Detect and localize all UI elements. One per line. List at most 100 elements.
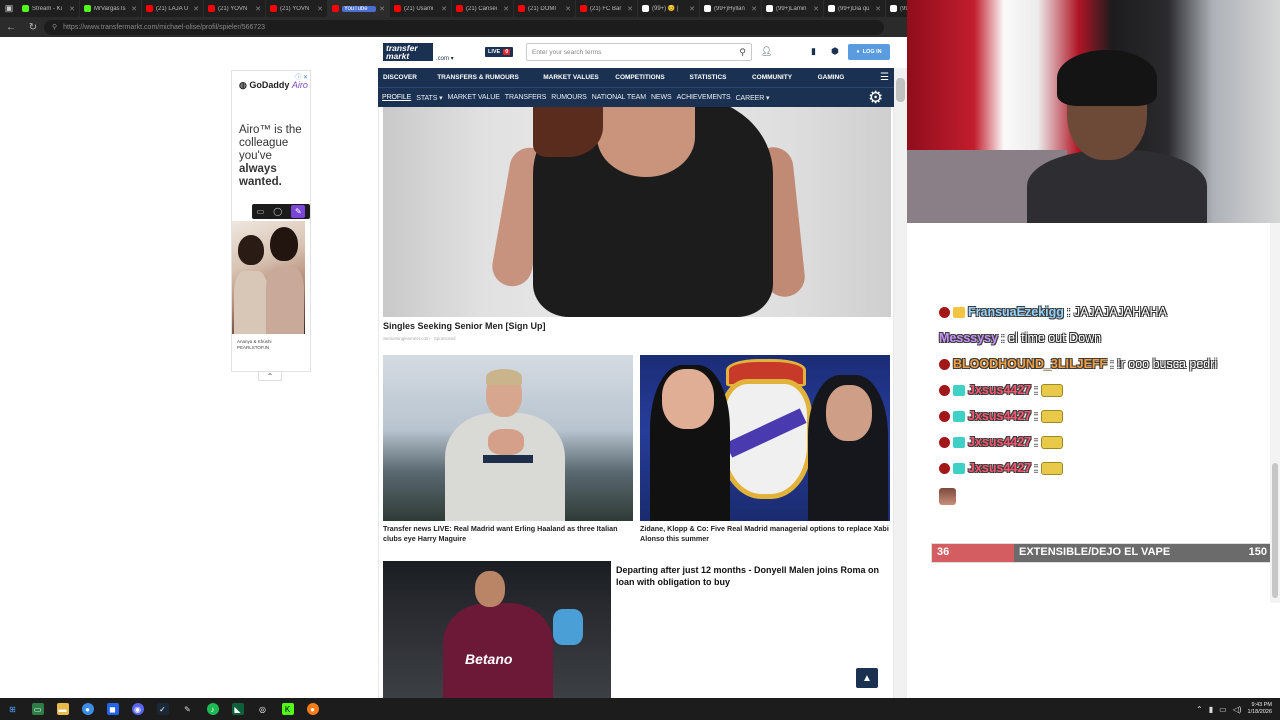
tab-close-icon[interactable]: ✕: [689, 5, 695, 13]
subnav-market-value[interactable]: MARKET VALUE: [448, 94, 500, 101]
subnav-rumours[interactable]: RUMOURS: [551, 94, 587, 101]
nav-market-values[interactable]: MARKET VALUES: [534, 74, 608, 81]
menu-icon[interactable]: ☰: [880, 72, 889, 83]
subnav-career[interactable]: CAREER ▾: [736, 94, 770, 102]
login-button[interactable]: ● LOG IN: [848, 44, 890, 60]
news-image[interactable]: [383, 355, 633, 521]
chevron-up-icon[interactable]: ⌃: [1196, 705, 1203, 714]
stream-scroll-thumb[interactable]: [1272, 463, 1278, 598]
browser-tab[interactable]: (99+)Hyllan ✕: [700, 0, 762, 17]
tab-favicon-icon: [84, 5, 91, 12]
nav-competitions[interactable]: COMPETITIONS: [608, 74, 672, 81]
url-field[interactable]: ⚲ https://www.transfermarkt.com/michael-…: [44, 19, 884, 35]
app-icon-pen[interactable]: ✎: [175, 698, 200, 720]
system-clock[interactable]: 9:43 PM 1/18/2026: [1248, 702, 1272, 716]
live-button[interactable]: LIVE 0: [485, 47, 514, 57]
subnav-stats[interactable]: STATS ▾: [416, 94, 442, 102]
browser-tab[interactable]: YouTube ✕: [328, 0, 390, 17]
news-headline[interactable]: Transfer news LIVE: Real Madrid want Erl…: [383, 524, 633, 544]
app-icon-blue[interactable]: ◼: [100, 698, 125, 720]
subnav-news[interactable]: NEWS: [651, 94, 672, 101]
steam-app-icon[interactable]: ✓: [150, 698, 175, 720]
browser-tab[interactable]: MrVargasTs ✕: [80, 0, 142, 17]
site-info-icon[interactable]: ⚲: [52, 23, 57, 31]
browser-tab[interactable]: (21) LAJA U ✕: [142, 0, 204, 17]
left-sidebar-ad[interactable]: ⓘ ✕ ◍ GoDaddy Airo Airo™ is the colleagu…: [231, 70, 311, 372]
usb-icon[interactable]: ▮: [1209, 705, 1213, 714]
browser-tab[interactable]: (21) YOVN ✕: [204, 0, 266, 17]
ad-collapse-button[interactable]: ⌃: [258, 371, 282, 381]
back-icon[interactable]: ←: [0, 17, 22, 37]
back-to-top-button[interactable]: ▲: [856, 668, 878, 688]
shield-icon[interactable]: ⬢: [831, 46, 839, 57]
tab-close-icon[interactable]: ✕: [317, 5, 323, 13]
tab-close-icon[interactable]: ✕: [131, 5, 137, 13]
page-scroll-thumb[interactable]: [896, 78, 905, 102]
tab-close-icon[interactable]: ✕: [193, 5, 199, 13]
chat-message-text: :: [1034, 409, 1038, 423]
subnav-transfers[interactable]: TRANSFERS: [505, 94, 547, 101]
sponsored-title[interactable]: Singles Seeking Senior Men [Sign Up]: [383, 321, 546, 331]
news-image[interactable]: Betano: [383, 561, 611, 698]
tab-close-icon[interactable]: ✕: [627, 5, 633, 13]
spotify-app-icon[interactable]: ♪: [200, 698, 225, 720]
ad-headline: Airo™ is the colleague you've always wan…: [239, 124, 309, 189]
tab-actions-icon[interactable]: ▣: [0, 0, 18, 17]
discord-app-icon[interactable]: ◉: [125, 698, 150, 720]
tab-close-icon[interactable]: ✕: [441, 5, 447, 13]
gear-icon[interactable]: ⚙: [868, 88, 883, 108]
search-icon[interactable]: ⚲: [739, 47, 746, 58]
subnav-achievements[interactable]: ACHIEVEMENTS: [677, 94, 731, 101]
start-button[interactable]: ⊞: [0, 698, 25, 720]
tab-close-icon[interactable]: ✕: [255, 5, 261, 13]
transfermarkt-logo[interactable]: transfer markt: [383, 43, 433, 61]
tab-close-icon[interactable]: ✕: [69, 5, 75, 13]
browser-tab[interactable]: Stream - Ki ✕: [18, 0, 80, 17]
nav-community[interactable]: COMMUNITY: [744, 74, 800, 81]
news-headline[interactable]: Zidane, Klopp & Co: Five Real Madrid man…: [640, 524, 890, 544]
subnav-profile[interactable]: PROFILE: [382, 94, 411, 101]
browser-tab[interactable]: (99+) 😊 | ✕: [638, 0, 700, 17]
app-icon-orange[interactable]: ●: [300, 698, 325, 720]
nav-gaming[interactable]: GAMING: [800, 74, 862, 81]
bookmark-icon[interactable]: ▮: [811, 46, 816, 57]
search-input[interactable]: Enter your search terms ⚲: [526, 43, 752, 61]
subnav-national-team[interactable]: NATIONAL TEAM: [592, 94, 646, 101]
tab-close-icon[interactable]: ✕: [379, 5, 385, 13]
browser-tab[interactable]: (99+)Lamin ✕: [762, 0, 824, 17]
app-icon-record[interactable]: ◎: [250, 698, 275, 720]
browser-tab[interactable]: (21) Usami ✕: [390, 0, 452, 17]
tab-close-icon[interactable]: ✕: [875, 5, 881, 13]
news-image[interactable]: [640, 355, 890, 521]
tab-title: (21) YOVN: [218, 5, 248, 12]
browser-tab[interactable]: (21) FC Bar ✕: [576, 0, 638, 17]
chat-message: BLOODHOUND_3LILJEFF: !r ooo busca pedri: [939, 354, 1217, 374]
tab-close-icon[interactable]: ✕: [503, 5, 509, 13]
nav-transfers-rumours[interactable]: TRANSFERS & RUMOURS: [422, 74, 534, 81]
chrome-app-icon[interactable]: ●: [75, 698, 100, 720]
ad-photo: [232, 221, 305, 334]
news-headline[interactable]: Departing after just 12 months - Donyell…: [616, 564, 892, 588]
nav-discover[interactable]: DISCOVER: [378, 74, 422, 81]
tab-close-icon[interactable]: ✕: [813, 5, 819, 13]
browser-tab[interactable]: (21) DOMI ✕: [514, 0, 576, 17]
browser-tab[interactable]: (21) Cansei ✕: [452, 0, 514, 17]
file-explorer-icon[interactable]: ▬: [50, 698, 75, 720]
volume-icon[interactable]: ◁): [1233, 705, 1242, 714]
nav-statistics[interactable]: STATISTICS: [672, 74, 744, 81]
chat-message-text: :: [1034, 435, 1038, 449]
terminal-app-icon[interactable]: ▭: [25, 698, 50, 720]
user-icon[interactable]: 👤︎: [761, 46, 772, 57]
browser-tab[interactable]: (21) YOVN ✕: [266, 0, 328, 17]
tab-close-icon[interactable]: ✕: [751, 5, 757, 13]
browser-tab[interactable]: (99+)Dia q✕: [886, 0, 907, 17]
page-scrollbar[interactable]: [894, 68, 907, 698]
kick-app-icon[interactable]: K: [275, 698, 300, 720]
network-icon[interactable]: ▭: [1219, 705, 1227, 714]
tab-close-icon[interactable]: ✕: [565, 5, 571, 13]
sponsored-image[interactable]: [383, 107, 891, 317]
stream-scrollbar[interactable]: [1270, 223, 1280, 603]
app-icon-green[interactable]: ◣: [225, 698, 250, 720]
browser-tab[interactable]: (99+)Dia qu ✕: [824, 0, 886, 17]
reload-icon[interactable]: ↻: [22, 17, 44, 37]
